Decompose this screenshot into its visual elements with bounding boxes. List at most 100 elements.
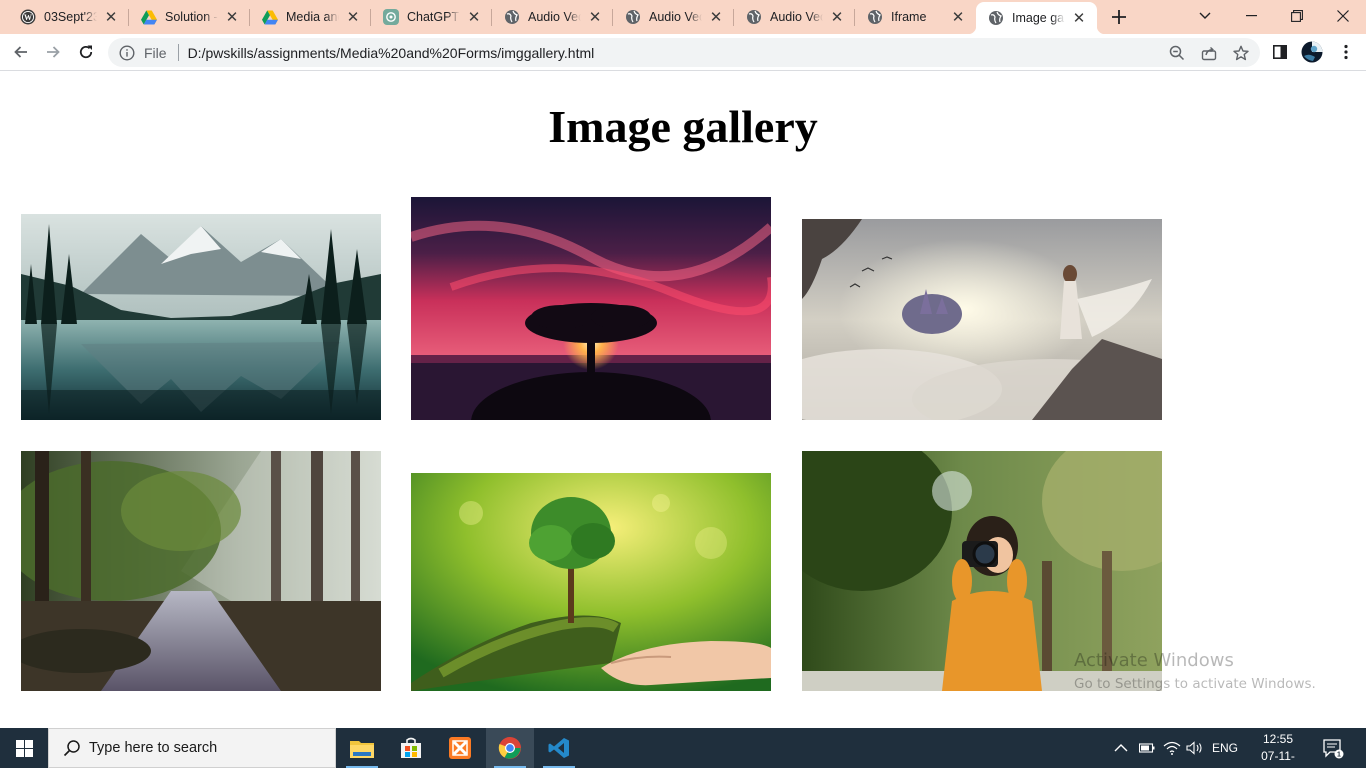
close-icon[interactable]: ✕ <box>829 9 845 26</box>
reload-button[interactable] <box>72 38 100 66</box>
tab-label: 03Sept'23 <box>44 10 97 24</box>
restore-button[interactable] <box>1274 0 1320 32</box>
omnibox-divider <box>177 44 179 61</box>
page-content: Image gallery Activate Windows Go to Set… <box>0 72 1366 728</box>
info-icon[interactable] <box>119 44 135 61</box>
system-clock[interactable]: 12:55 07-11-2023 <box>1248 731 1308 782</box>
url-scheme-label: File <box>144 44 167 61</box>
microsoft-store-icon[interactable] <box>387 728 435 768</box>
google-drive-icon <box>262 9 278 25</box>
gallery-image-forest-road <box>21 451 381 691</box>
start-button[interactable] <box>0 728 48 768</box>
clock-date: 07-11-2023 <box>1261 749 1295 780</box>
address-bar[interactable]: File D:/pwskills/assignments/Media%20and… <box>108 38 1260 67</box>
gallery-image-tree-sunset <box>411 197 771 420</box>
arrow-left-icon <box>14 46 27 58</box>
new-tab-button[interactable] <box>1106 4 1132 30</box>
watermark-subtitle: Go to Settings to activate Windows. <box>1074 676 1316 692</box>
close-icon[interactable]: ✕ <box>224 9 240 26</box>
side-panel-icon <box>1273 45 1287 59</box>
close-icon[interactable]: ✕ <box>1071 10 1087 27</box>
side-panel-button[interactable] <box>1266 38 1294 66</box>
tab-label: Iframe <box>891 10 927 24</box>
volume-icon[interactable] <box>1186 728 1204 768</box>
tab-label: Audio Vec <box>528 10 581 24</box>
gallery-image-mountain-lake <box>21 214 381 420</box>
reload-icon <box>79 45 93 59</box>
globe-icon <box>867 9 883 25</box>
watermark-title: Activate Windows <box>1074 650 1234 671</box>
globe-icon <box>625 9 641 25</box>
forward-button[interactable] <box>39 38 67 66</box>
chrome-menu-button[interactable] <box>1334 38 1358 66</box>
windows-taskbar: Type here to search ENG 12:55 07-11-2023… <box>0 728 1366 780</box>
show-hidden-icons-button[interactable] <box>1114 728 1128 768</box>
tab-label: Audio Vec <box>649 10 702 24</box>
chevron-down-icon <box>1199 12 1211 19</box>
close-icon[interactable]: ✕ <box>708 9 724 26</box>
search-icon <box>63 740 80 757</box>
notification-count: 1 <box>1337 752 1341 759</box>
restore-icon <box>1291 10 1303 22</box>
close-icon[interactable]: ✕ <box>950 9 966 26</box>
tab-label: Audio Vec <box>770 10 823 24</box>
minimize-button[interactable] <box>1228 0 1274 32</box>
globe-icon <box>504 9 520 25</box>
tab-audio-vec-3[interactable]: Audio Vec ✕ <box>734 0 855 34</box>
language-indicator[interactable]: ENG <box>1212 728 1238 768</box>
close-icon[interactable]: ✕ <box>587 9 603 26</box>
tab-media-and[interactable]: Media and ✕ <box>250 0 371 34</box>
tab-iframe[interactable]: Iframe ✕ <box>855 0 976 34</box>
vscode-icon[interactable] <box>535 728 583 768</box>
taskbar-search-box[interactable]: Type here to search <box>48 728 336 768</box>
gallery-image-hand-tree <box>411 473 771 691</box>
notification-icon: 1 <box>1323 739 1344 759</box>
close-icon[interactable]: ✕ <box>345 9 361 26</box>
plus-icon <box>1112 10 1126 24</box>
globe-icon <box>988 10 1004 26</box>
tab-strip: W 03Sept'23 ✕ Solution - ✕ Media and ✕ C… <box>0 0 1366 34</box>
minimize-icon <box>1245 15 1257 17</box>
url-text[interactable]: D:/pwskills/assignments/Media%20and%20Fo… <box>188 45 595 61</box>
notification-center-button[interactable]: 1 <box>1322 728 1344 768</box>
tab-search-button[interactable] <box>1182 0 1228 32</box>
globe-icon <box>746 9 762 25</box>
chatgpt-icon <box>383 9 399 25</box>
tab-label: ChatGPT <box>407 10 460 24</box>
close-window-button[interactable] <box>1320 0 1366 32</box>
zoom-icon[interactable] <box>1168 44 1186 62</box>
close-icon[interactable]: ✕ <box>466 9 482 26</box>
tab-label: Media and <box>286 10 339 24</box>
browser-toolbar: File D:/pwskills/assignments/Media%20and… <box>0 34 1366 71</box>
close-icon[interactable]: ✕ <box>103 9 119 26</box>
back-button[interactable] <box>7 38 35 66</box>
windows-logo-icon <box>15 739 33 757</box>
avatar-icon <box>1301 41 1323 63</box>
tab-audio-vec-2[interactable]: Audio Vec ✕ <box>613 0 734 34</box>
arrow-right-icon <box>47 46 60 58</box>
xampp-icon[interactable] <box>436 728 484 768</box>
clock-time: 12:55 <box>1262 732 1294 746</box>
wifi-icon[interactable] <box>1163 728 1181 768</box>
bookmark-star-icon[interactable] <box>1232 44 1250 62</box>
tab-chatgpt[interactable]: ChatGPT ✕ <box>371 0 492 34</box>
tab-solution[interactable]: Solution - ✕ <box>129 0 250 34</box>
kebab-menu-icon <box>1344 44 1348 60</box>
share-icon[interactable] <box>1200 44 1218 62</box>
google-drive-icon <box>141 9 157 25</box>
gallery-image-fantasy-clouds <box>802 219 1162 420</box>
activate-windows-watermark: Activate Windows Go to Settings to activ… <box>1074 650 1316 692</box>
search-placeholder: Type here to search <box>89 740 218 756</box>
file-explorer-icon[interactable] <box>338 728 386 768</box>
profile-avatar[interactable] <box>1298 38 1326 66</box>
svg-text:W: W <box>24 13 32 22</box>
close-icon <box>1337 10 1349 22</box>
page-title: Image gallery <box>548 101 818 152</box>
tab-label: Solution - <box>165 10 218 24</box>
tab-audio-vec-1[interactable]: Audio Vec ✕ <box>492 0 613 34</box>
chrome-icon[interactable] <box>486 728 534 768</box>
tab-03sept23[interactable]: W 03Sept'23 ✕ <box>8 0 129 34</box>
wordpress-icon: W <box>20 9 36 25</box>
tab-image-gallery[interactable]: Image ga ✕ <box>968 2 1105 34</box>
battery-icon[interactable] <box>1139 728 1155 768</box>
